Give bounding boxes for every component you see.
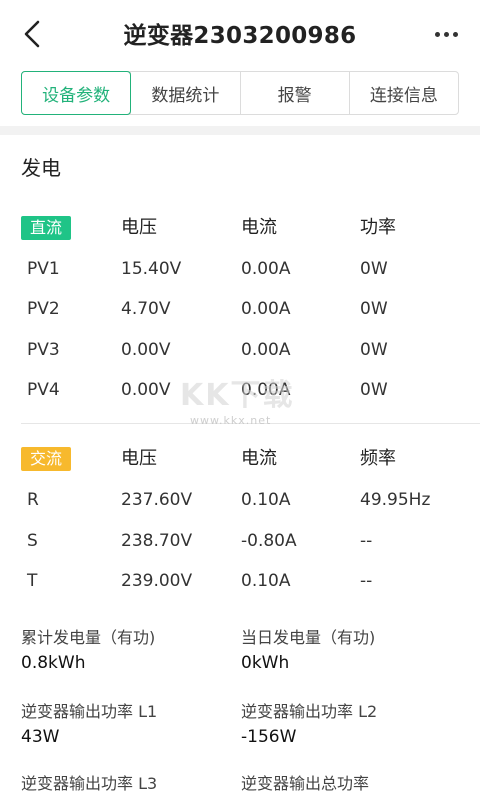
dc-header-power: 功率 [360, 217, 396, 238]
stat-total-generation: 累计发电量（有功) 0.8kWh [21, 627, 241, 675]
ac-badge: 交流 [21, 447, 71, 471]
more-button[interactable] [424, 16, 468, 52]
generation-section-title: 发电 [21, 156, 61, 180]
row-label: PV2 [27, 299, 60, 319]
voltage-value: 15.40V [121, 259, 182, 279]
dc-row-pv3: PV3 0.00V 0.00A 0W [0, 335, 480, 365]
tab-alarms[interactable]: 报警 [239, 72, 349, 114]
stat-value: 0kWh [241, 653, 290, 673]
ac-header-voltage: 电压 [121, 448, 157, 469]
current-value: 0.10A [241, 571, 291, 591]
stat-value: 43W [21, 727, 60, 747]
dc-badge: 直流 [21, 216, 71, 240]
section-separator [0, 126, 480, 135]
dc-row-pv4: PV4 0.00V 0.00A 0W [0, 375, 480, 405]
ac-table-header: 交流 电压 电流 频率 [0, 444, 480, 474]
stat-output-power-l2: 逆变器输出功率 L2 -156W [241, 701, 461, 749]
row-label: PV4 [27, 380, 60, 400]
app-header: 逆变器2303200986 [0, 0, 480, 64]
row-label: R [27, 490, 39, 510]
ac-row-t: T 239.00V 0.10A -- [0, 566, 480, 596]
current-value: 0.10A [241, 490, 291, 510]
stat-label: 当日发电量（有功) [241, 628, 376, 647]
ac-header-current: 电流 [241, 448, 277, 469]
current-value: -0.80A [241, 531, 297, 551]
dc-header-current: 电流 [241, 217, 277, 238]
tab-device-params[interactable]: 设备参数 [21, 71, 132, 115]
stat-output-power-l3: 逆变器输出功率 L3 [21, 773, 241, 795]
power-value: 0W [360, 299, 388, 319]
voltage-value: 239.00V [121, 571, 193, 591]
stat-value: -156W [241, 727, 297, 747]
watermark-url: www.kkx.net [190, 414, 272, 427]
stat-label: 累计发电量（有功) [21, 628, 156, 647]
stat-daily-generation: 当日发电量（有功) 0kWh [241, 627, 461, 675]
voltage-value: 238.70V [121, 531, 193, 551]
frequency-value: 49.95Hz [360, 490, 431, 510]
stat-label: 逆变器输出总功率 [241, 774, 370, 793]
voltage-value: 0.00V [121, 340, 171, 360]
voltage-value: 0.00V [121, 380, 171, 400]
ac-row-r: R 237.60V 0.10A 49.95Hz [0, 485, 480, 515]
stat-value: 0.8kWh [21, 653, 86, 673]
current-value: 0.00A [241, 299, 291, 319]
section-divider [21, 423, 480, 424]
dc-table-header: 直流 电压 电流 功率 [0, 213, 480, 243]
power-value: 0W [360, 380, 388, 400]
current-value: 0.00A [241, 380, 291, 400]
stat-output-power-l1: 逆变器输出功率 L1 43W [21, 701, 241, 749]
frequency-value: -- [360, 531, 373, 551]
stat-label: 逆变器输出功率 L3 [21, 774, 158, 793]
current-value: 0.00A [241, 259, 291, 279]
power-value: 0W [360, 259, 388, 279]
row-label: T [27, 571, 38, 591]
dc-row-pv1: PV1 15.40V 0.00A 0W [0, 254, 480, 284]
tab-connection-info[interactable]: 连接信息 [348, 72, 458, 114]
more-horizontal-icon [434, 31, 440, 37]
dc-header-voltage: 电压 [121, 217, 157, 238]
power-value: 0W [360, 340, 388, 360]
stat-label: 逆变器输出功率 L2 [241, 702, 378, 721]
ac-header-frequency: 频率 [360, 448, 396, 469]
tab-bar: 设备参数 数据统计 报警 连接信息 [21, 71, 459, 115]
ac-row-s: S 238.70V -0.80A -- [0, 526, 480, 556]
dc-row-pv2: PV2 4.70V 0.00A 0W [0, 294, 480, 324]
voltage-value: 4.70V [121, 299, 171, 319]
current-value: 0.00A [241, 340, 291, 360]
row-label: S [27, 531, 38, 551]
stat-output-total-power: 逆变器输出总功率 [241, 773, 461, 795]
row-label: PV3 [27, 340, 60, 360]
stat-label: 逆变器输出功率 L1 [21, 702, 158, 721]
tab-statistics[interactable]: 数据统计 [130, 72, 239, 114]
row-label: PV1 [27, 259, 60, 279]
page-title: 逆变器2303200986 [123, 23, 357, 49]
frequency-value: -- [360, 571, 373, 591]
voltage-value: 237.60V [121, 490, 193, 510]
